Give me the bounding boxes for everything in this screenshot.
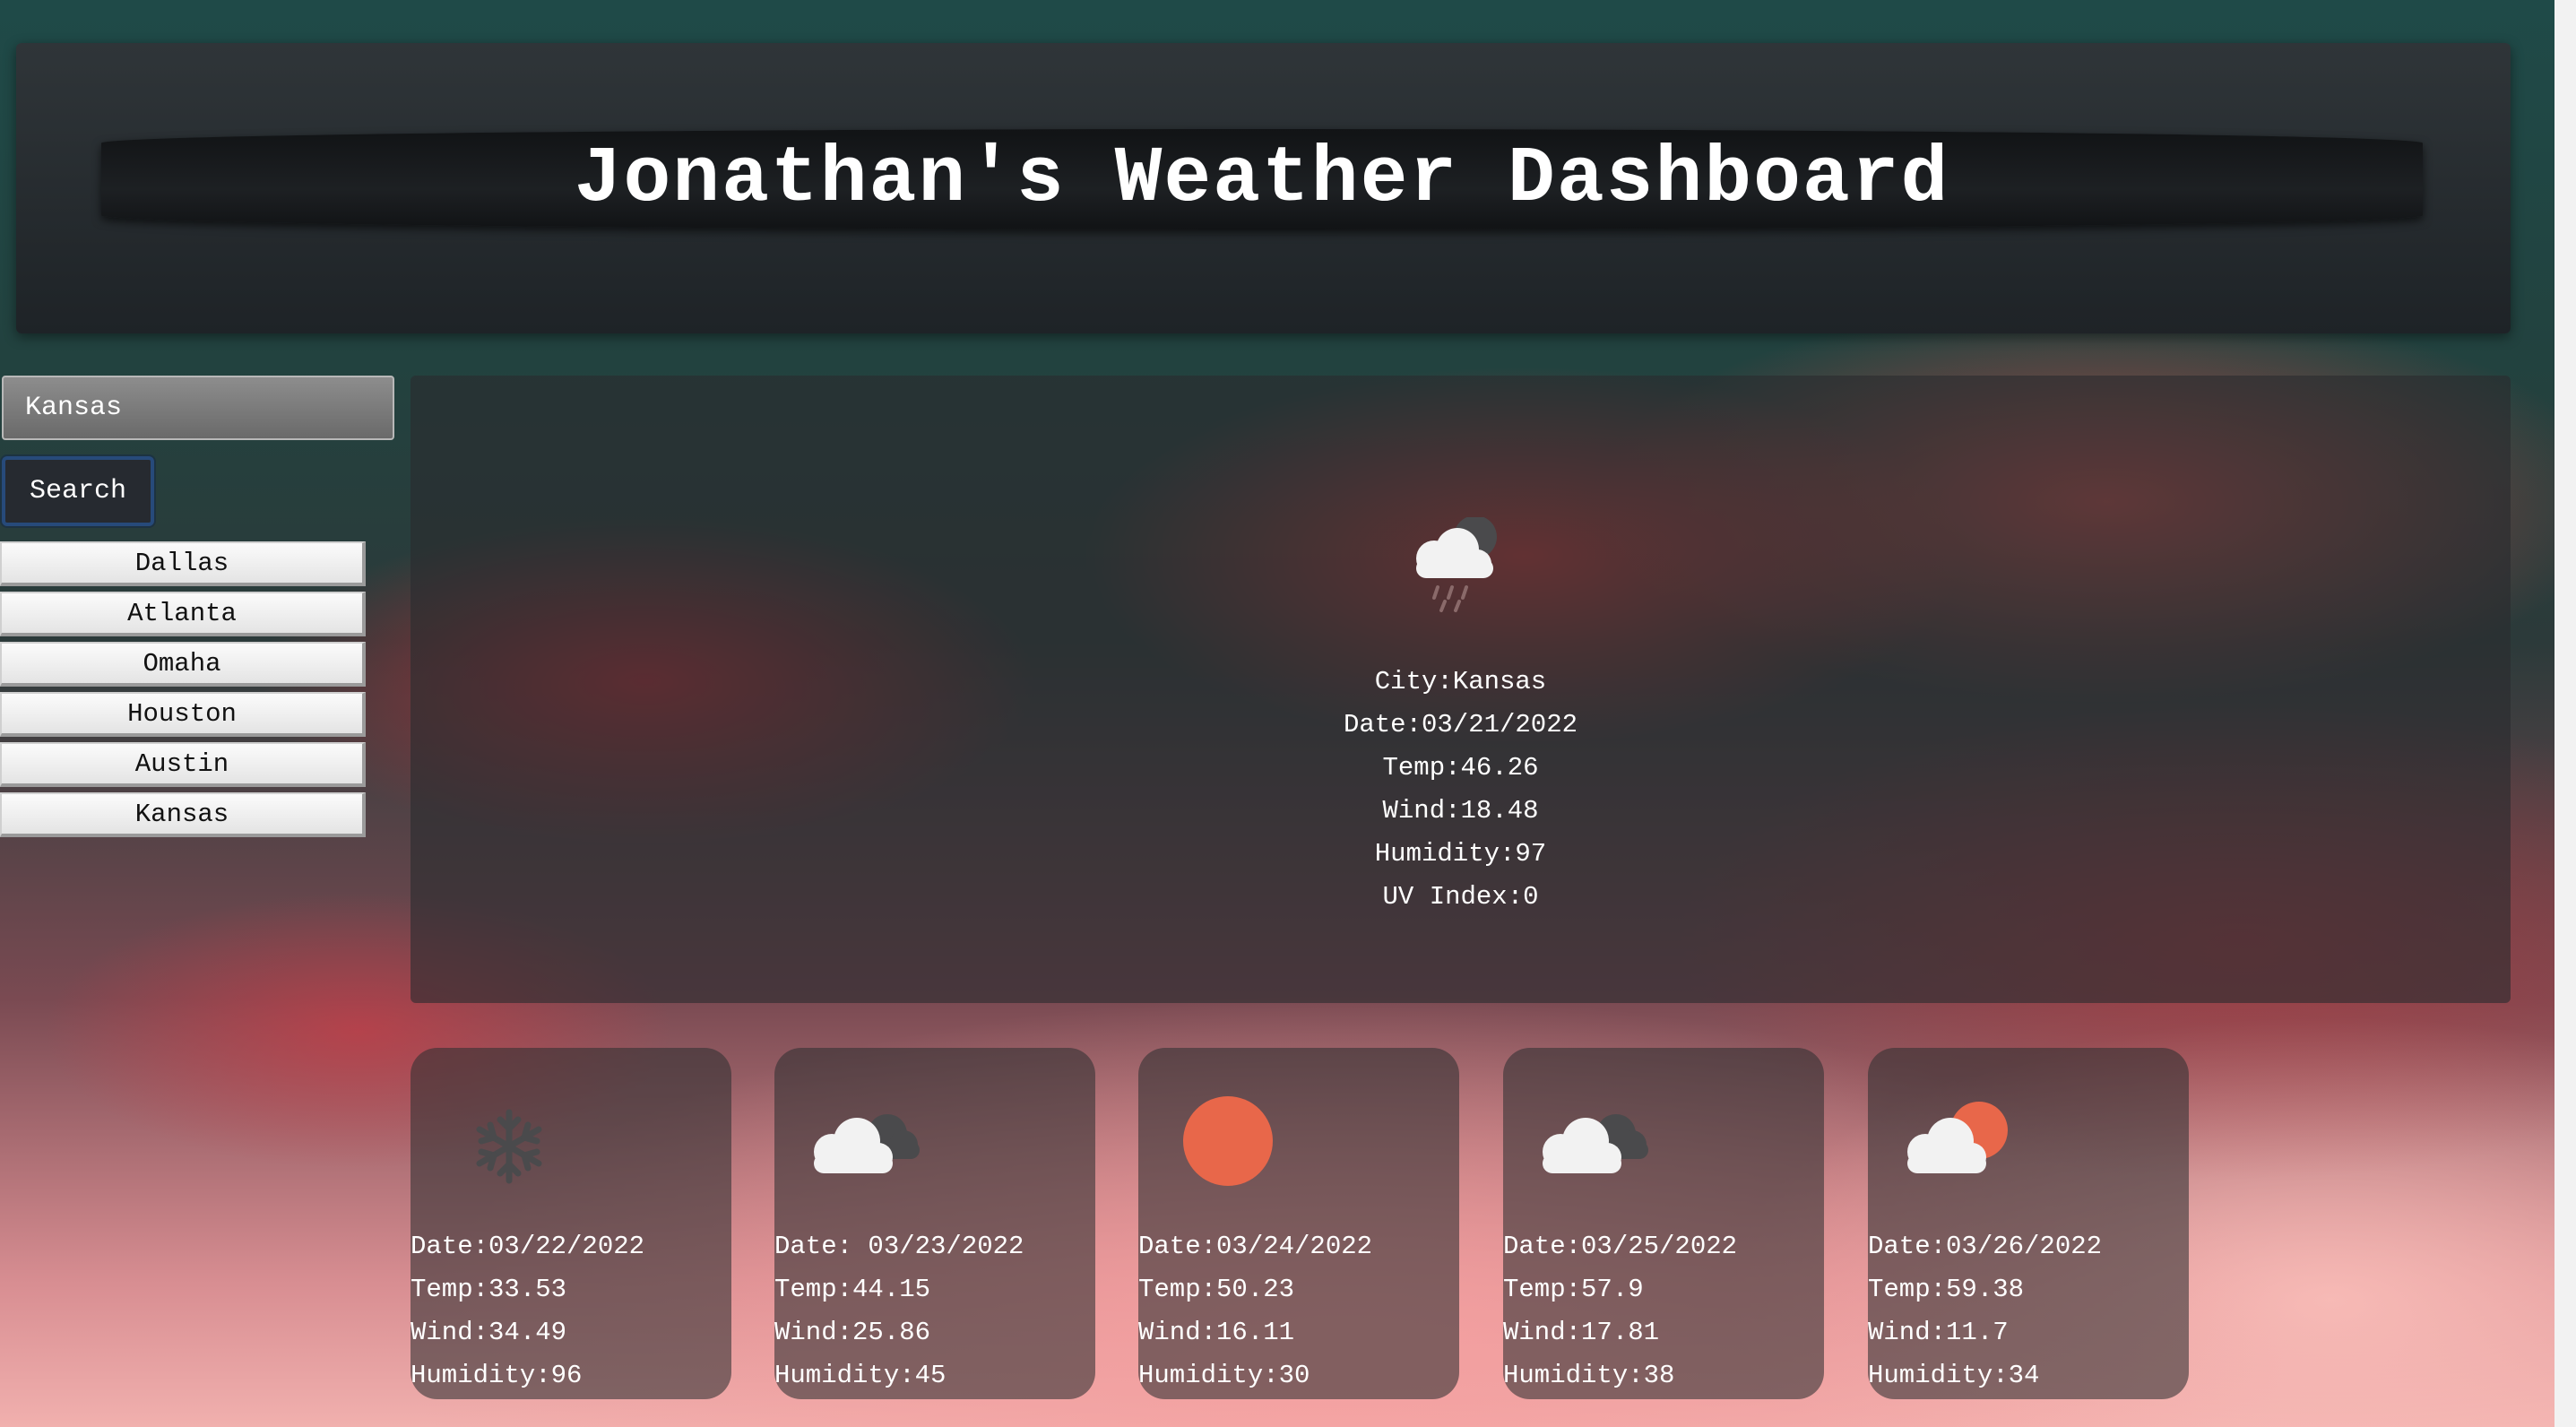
forecast-card: Date:03/25/2022 Temp:57.9 Wind:17.81 Hum… [1503, 1048, 1824, 1399]
broken-clouds-icon [814, 1114, 920, 1173]
page-scrollbar[interactable] [2554, 0, 2576, 1427]
history-item-atlanta[interactable]: Atlanta [0, 592, 366, 636]
page-header: Jonathan's Weather Dashboard [16, 43, 2511, 333]
broken-clouds-icon [1543, 1114, 1648, 1173]
forecast-temp: Temp:33.53 [411, 1275, 567, 1304]
forecast-card: Date: 03/23/2022 Temp:44.15 Wind:25.86 H… [774, 1048, 1095, 1399]
partly-cloudy-icon [1907, 1102, 2008, 1173]
history-item-dallas[interactable]: Dallas [0, 541, 366, 586]
history-item-omaha[interactable]: Omaha [0, 642, 366, 687]
forecast-wind: Wind:34.49 [411, 1318, 567, 1347]
forecast-card: Date:03/22/2022 Temp:33.53 Wind:34.49 Hu… [411, 1048, 731, 1399]
current-weather-panel: City:Kansas Date:03/21/2022 Temp:46.26 W… [411, 376, 2511, 1003]
page-title: Jonathan's Weather Dashboard [574, 134, 1950, 224]
forecast-humidity: Humidity:45 [774, 1361, 947, 1390]
forecast-temp: Temp:44.15 [774, 1275, 931, 1304]
forecast-wind: Wind:17.81 [1503, 1318, 1660, 1347]
current-uv-index: UV Index:0 [1382, 882, 1539, 912]
forecast-date: Date:03/25/2022 [1503, 1232, 1738, 1261]
title-band: Jonathan's Weather Dashboard [101, 129, 2423, 229]
search-button[interactable]: Search [2, 456, 154, 526]
forecast-humidity: Humidity:34 [1868, 1361, 2040, 1390]
forecast-wind: Wind:16.11 [1138, 1318, 1295, 1347]
forecast-temp: Temp:57.9 [1503, 1275, 1644, 1304]
current-temp: Temp:46.26 [1382, 753, 1539, 783]
current-city: City:Kansas [1374, 667, 1547, 696]
forecast-date: Date:03/22/2022 [411, 1232, 645, 1261]
current-humidity: Humidity:97 [1374, 839, 1547, 869]
forecast-humidity: Humidity:30 [1138, 1361, 1310, 1390]
forecast-wind: Wind:11.7 [1868, 1318, 2009, 1347]
search-history-list: Dallas Atlanta Omaha Houston Austin Kans… [0, 541, 366, 843]
history-item-kansas[interactable]: Kansas [0, 792, 366, 837]
history-item-houston[interactable]: Houston [0, 692, 366, 737]
forecast-humidity: Humidity:38 [1503, 1361, 1675, 1390]
forecast-wind: Wind:25.86 [774, 1318, 931, 1347]
forecast-humidity: Humidity:96 [411, 1361, 583, 1390]
forecast-card: Date:03/26/2022 Temp:59.38 Wind:11.7 Hum… [1868, 1048, 2189, 1399]
forecast-date: Date: 03/23/2022 [774, 1232, 1024, 1261]
rain-cloud-icon [1416, 517, 1497, 612]
city-search-input[interactable] [2, 376, 394, 440]
current-date: Date:03/21/2022 [1343, 710, 1578, 739]
current-wind: Wind:18.48 [1382, 796, 1539, 826]
sun-icon [1183, 1096, 1273, 1186]
forecast-date: Date:03/24/2022 [1138, 1232, 1373, 1261]
history-item-austin[interactable]: Austin [0, 742, 366, 787]
forecast-temp: Temp:50.23 [1138, 1275, 1295, 1304]
forecast-card: Date:03/24/2022 Temp:50.23 Wind:16.11 Hu… [1138, 1048, 1459, 1399]
forecast-temp: Temp:59.38 [1868, 1275, 2025, 1304]
forecast-date: Date:03/26/2022 [1868, 1232, 2103, 1261]
snowflake-icon [476, 1109, 542, 1184]
